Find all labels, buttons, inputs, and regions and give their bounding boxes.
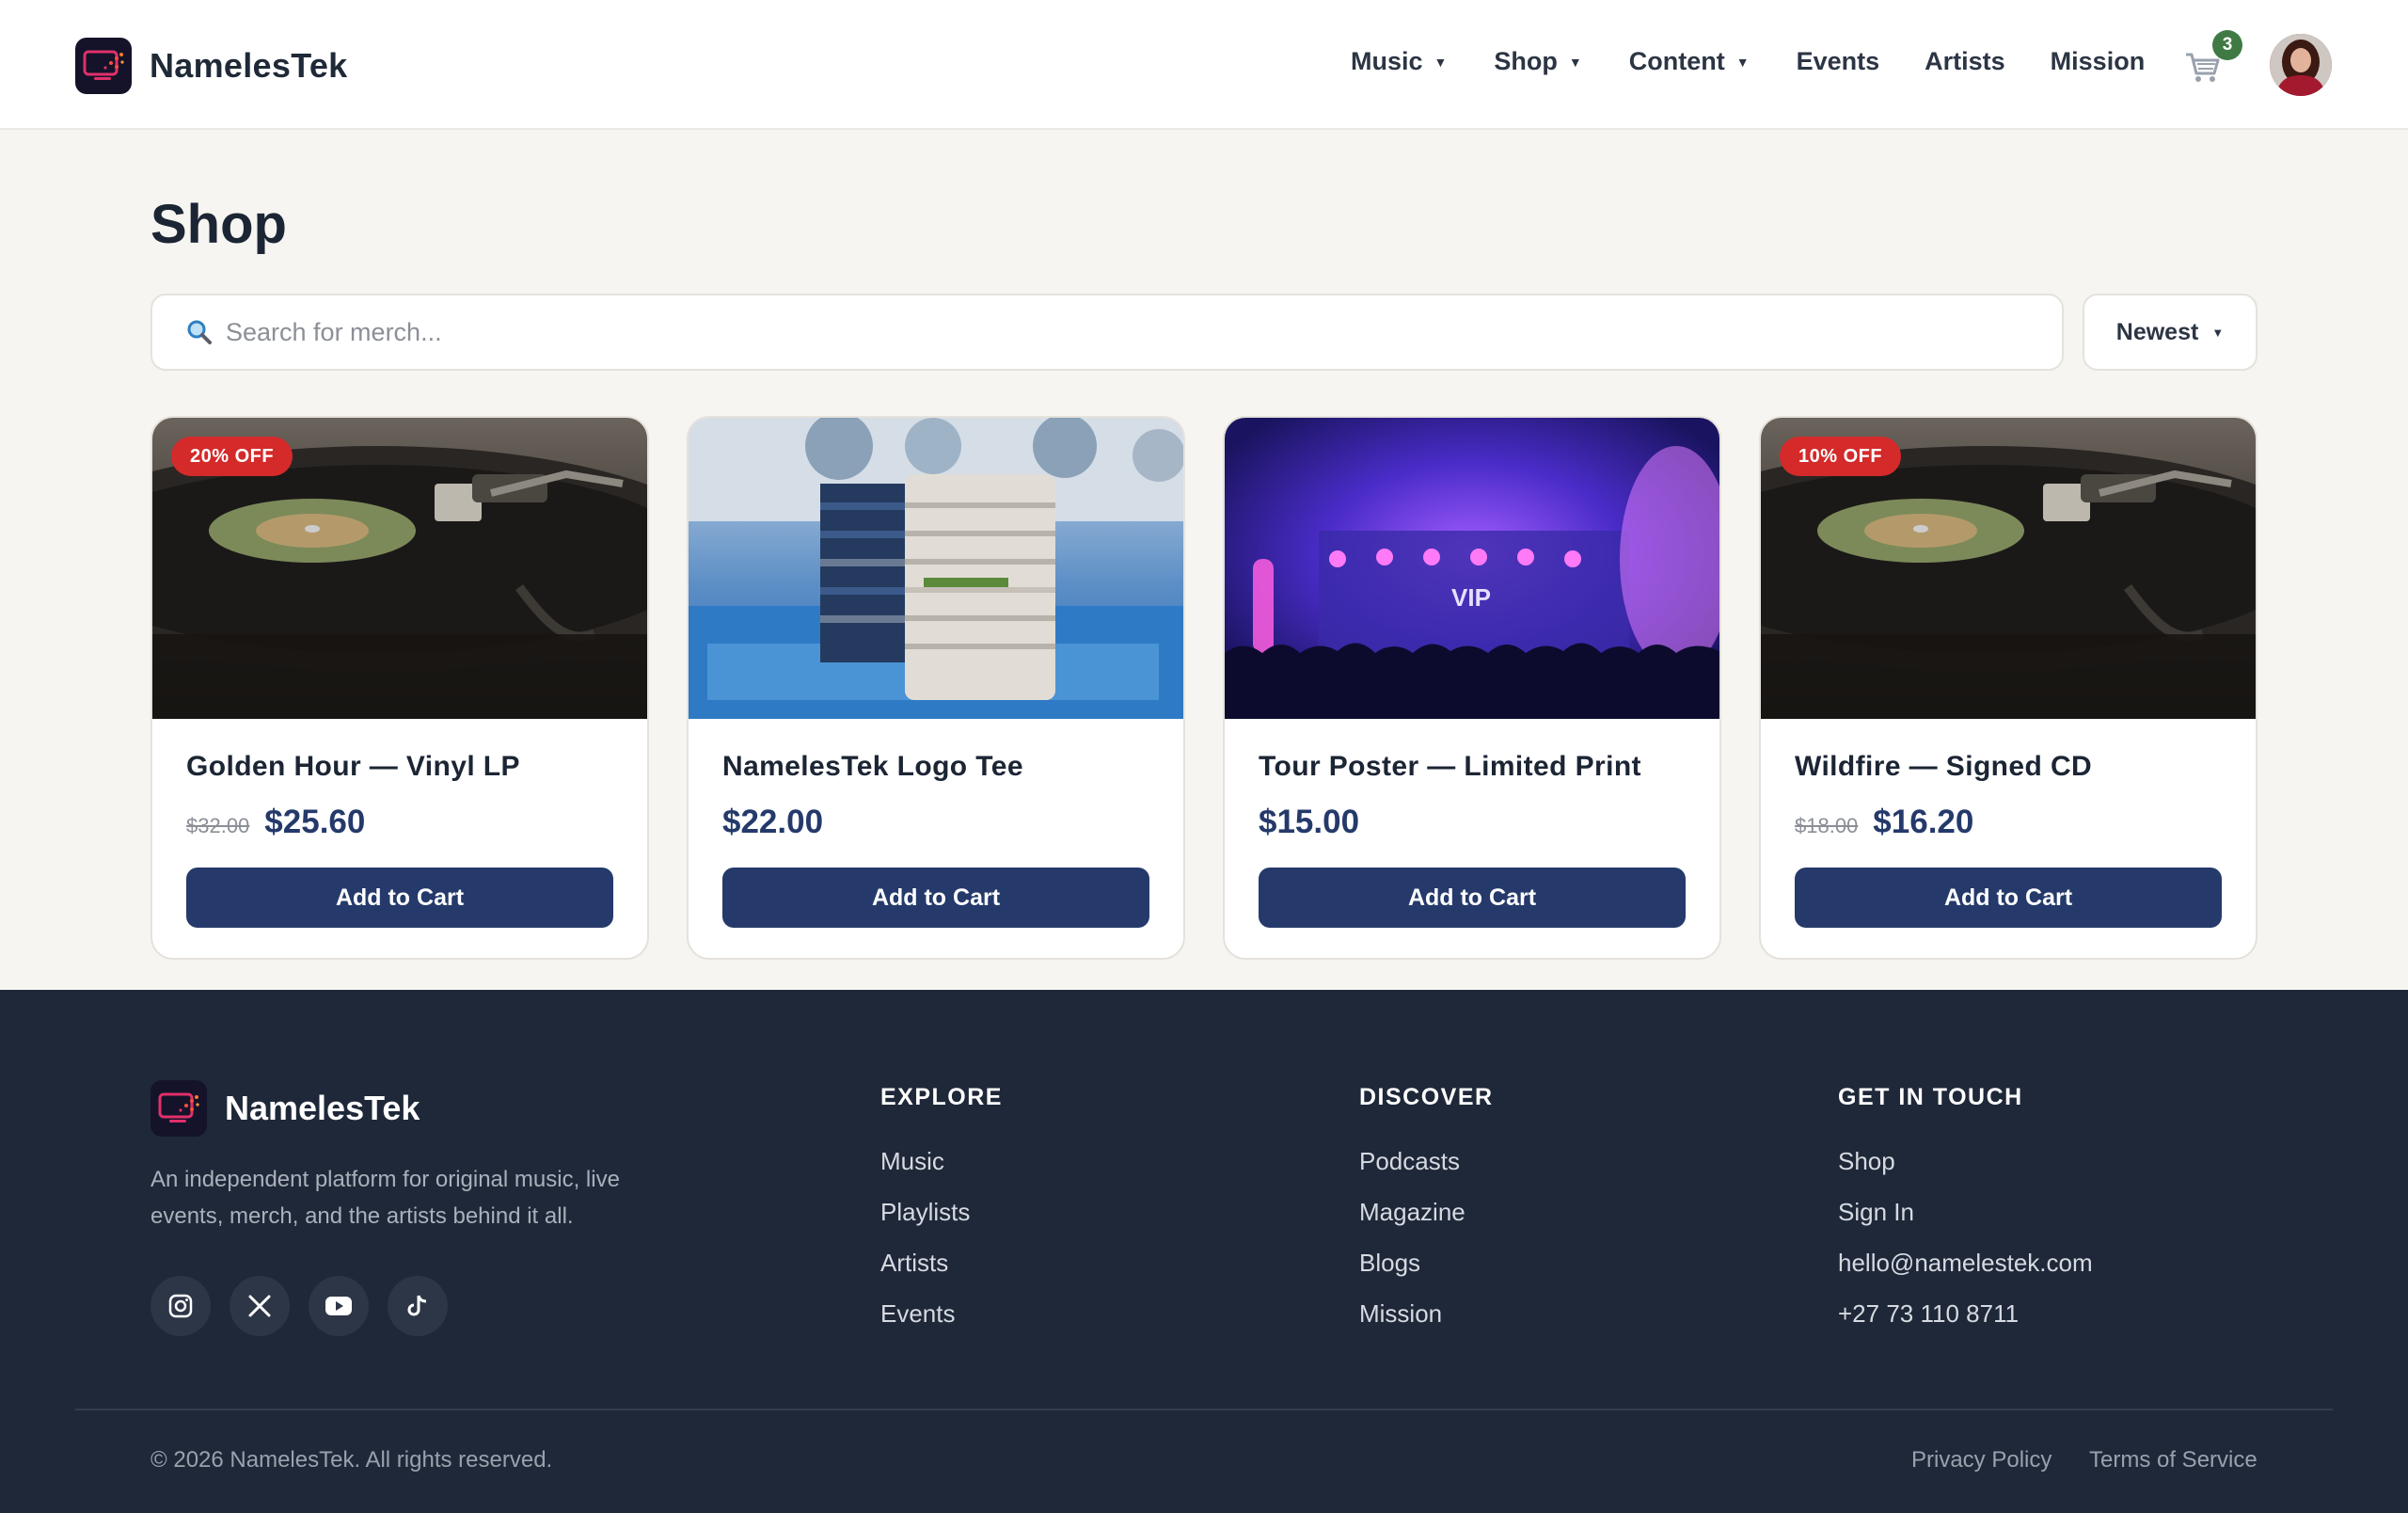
- discount-badge: 10% OFF: [1780, 437, 1902, 476]
- footer-link[interactable]: Music: [880, 1147, 1003, 1175]
- product-grid: 20% OFF Golden Hour — Vinyl LP $32.00 $2…: [150, 416, 2258, 960]
- footer-phone-link[interactable]: +27 73 110 8711: [1838, 1299, 2093, 1328]
- terms-of-service-link[interactable]: Terms of Service: [2089, 1447, 2258, 1473]
- brand-logo-icon: [150, 1080, 207, 1137]
- footer-description: An independent platform for original mus…: [150, 1167, 620, 1229]
- product-card[interactable]: 20% OFF Golden Hour — Vinyl LP $32.00 $2…: [150, 416, 649, 960]
- youtube-icon[interactable]: [309, 1276, 369, 1336]
- caret-down-icon: ▼: [1568, 54, 1582, 70]
- nav-item-events[interactable]: Events: [1797, 47, 1880, 76]
- tiktok-icon[interactable]: [388, 1276, 448, 1336]
- footer-link[interactable]: Podcasts: [1359, 1147, 1494, 1175]
- add-to-cart-button[interactable]: Add to Cart: [1795, 868, 2222, 928]
- footer-column-title: GET IN TOUCH: [1838, 1084, 2023, 1110]
- footer-link[interactable]: Playlists: [880, 1198, 1003, 1226]
- footer-link[interactable]: Events: [880, 1299, 1003, 1328]
- product-name[interactable]: Wildfire — Signed CD: [1795, 751, 2092, 783]
- footer-email-link[interactable]: hello@namelestek.com: [1838, 1249, 2093, 1277]
- main-nav: Music ▼ Shop ▼ Content ▼ Events Artists Mis…: [1351, 47, 2145, 76]
- discount-badge: 20% OFF: [171, 437, 293, 476]
- instagram-icon[interactable]: [150, 1276, 211, 1336]
- nav-label: Content: [1628, 47, 1725, 75]
- price: $22.00: [722, 804, 824, 840]
- caret-down-icon: ▼: [1735, 54, 1750, 70]
- product-image-vinyl[interactable]: 10% OFF: [1761, 418, 2256, 719]
- nav-item-music[interactable]: Music ▼: [1351, 47, 1447, 76]
- search-input[interactable]: [226, 317, 2013, 347]
- nav-label: Music: [1351, 47, 1423, 75]
- footer-link[interactable]: Mission: [1359, 1299, 1494, 1328]
- old-price: $32.00: [186, 814, 250, 837]
- add-to-cart-button[interactable]: Add to Cart: [1259, 868, 1686, 928]
- user-avatar[interactable]: [2270, 34, 2332, 96]
- footer-column-contact: GET IN TOUCH Shop Sign In hello@namelest…: [1838, 1084, 2093, 1350]
- x-icon[interactable]: [230, 1276, 290, 1336]
- add-to-cart-button[interactable]: Add to Cart: [722, 868, 1149, 928]
- footer-divider: [75, 1409, 2333, 1410]
- product-name[interactable]: Tour Poster — Limited Print: [1259, 751, 1641, 783]
- old-price: $18.00: [1795, 814, 1859, 837]
- footer-link[interactable]: Artists: [880, 1249, 1003, 1277]
- product-image-tshirts[interactable]: [689, 418, 1183, 719]
- cart-count-badge: 3: [2212, 30, 2242, 60]
- footer-link[interactable]: Shop: [1838, 1147, 2093, 1175]
- nav-label: Shop: [1494, 47, 1558, 75]
- nav-item-mission[interactable]: Mission: [2051, 47, 2146, 76]
- nav-item-shop[interactable]: Shop ▼: [1494, 47, 1581, 76]
- price-row: $18.00 $16.20: [1795, 804, 1973, 841]
- footer-brand-name: NamelesTek: [225, 1089, 420, 1127]
- brand-name: NamelesTek: [150, 46, 348, 85]
- price-row: $15.00: [1259, 804, 1359, 841]
- nav-item-content[interactable]: Content ▼: [1629, 47, 1750, 76]
- add-to-cart-button[interactable]: Add to Cart: [186, 868, 613, 928]
- sort-dropdown[interactable]: Newest ▼: [2083, 294, 2258, 371]
- price-row: $22.00: [722, 804, 823, 841]
- nav-item-artists[interactable]: Artists: [1925, 47, 2005, 76]
- caret-down-icon: ▼: [2211, 325, 2225, 340]
- price: $16.20: [1873, 804, 1974, 840]
- site-footer: NamelesTek An independent platform for o…: [0, 990, 2408, 1513]
- price: $25.60: [264, 804, 366, 840]
- privacy-policy-link[interactable]: Privacy Policy: [1911, 1447, 2052, 1473]
- product-card[interactable]: 10% OFF Wildfire — Signed CD $18.00 $16.…: [1759, 416, 2258, 960]
- footer-column-title: DISCOVER: [1359, 1084, 1494, 1110]
- footer-column-title: EXPLORE: [880, 1084, 1003, 1110]
- footer-link[interactable]: Blogs: [1359, 1249, 1494, 1277]
- price: $15.00: [1259, 804, 1360, 840]
- social-links: [150, 1276, 467, 1336]
- brand-logo-icon: [75, 38, 132, 94]
- product-card[interactable]: NamelesTek Logo Tee $22.00 Add to Cart: [687, 416, 1185, 960]
- sort-selected-label: Newest: [2115, 318, 2199, 345]
- product-image-concert[interactable]: VIP: [1225, 418, 1719, 719]
- price-row: $32.00 $25.60: [186, 804, 365, 841]
- copyright: © 2026 NamelesTek. All rights reserved.: [150, 1447, 553, 1473]
- footer-column-discover: DISCOVER Podcasts Magazine Blogs Mission: [1359, 1084, 1494, 1350]
- caret-down-icon: ▼: [1434, 54, 1448, 70]
- footer-column-explore: EXPLORE Music Playlists Artists Events: [880, 1084, 1003, 1350]
- brand[interactable]: NamelesTek: [75, 38, 347, 94]
- nav-label: Events: [1796, 47, 1880, 75]
- site-header: NamelesTek Music ▼ Shop ▼ Content ▼ Events …: [0, 0, 2408, 130]
- nav-label: Artists: [1925, 47, 2005, 75]
- search-bar[interactable]: [150, 294, 2064, 371]
- product-name[interactable]: Golden Hour — Vinyl LP: [186, 751, 520, 783]
- footer-link[interactable]: Sign In: [1838, 1198, 2093, 1226]
- product-image-vinyl[interactable]: 20% OFF: [152, 418, 647, 719]
- footer-brand[interactable]: NamelesTek: [150, 1080, 420, 1137]
- nav-label: Mission: [2050, 47, 2146, 75]
- page-title: Shop: [150, 194, 287, 255]
- footer-link[interactable]: Magazine: [1359, 1198, 1494, 1226]
- product-name[interactable]: NamelesTek Logo Tee: [722, 751, 1023, 783]
- svg-text:VIP: VIP: [1451, 583, 1491, 612]
- search-icon: [187, 320, 212, 344]
- product-card[interactable]: VIP Tour Poster — Limited Print $15.00 A…: [1223, 416, 1721, 960]
